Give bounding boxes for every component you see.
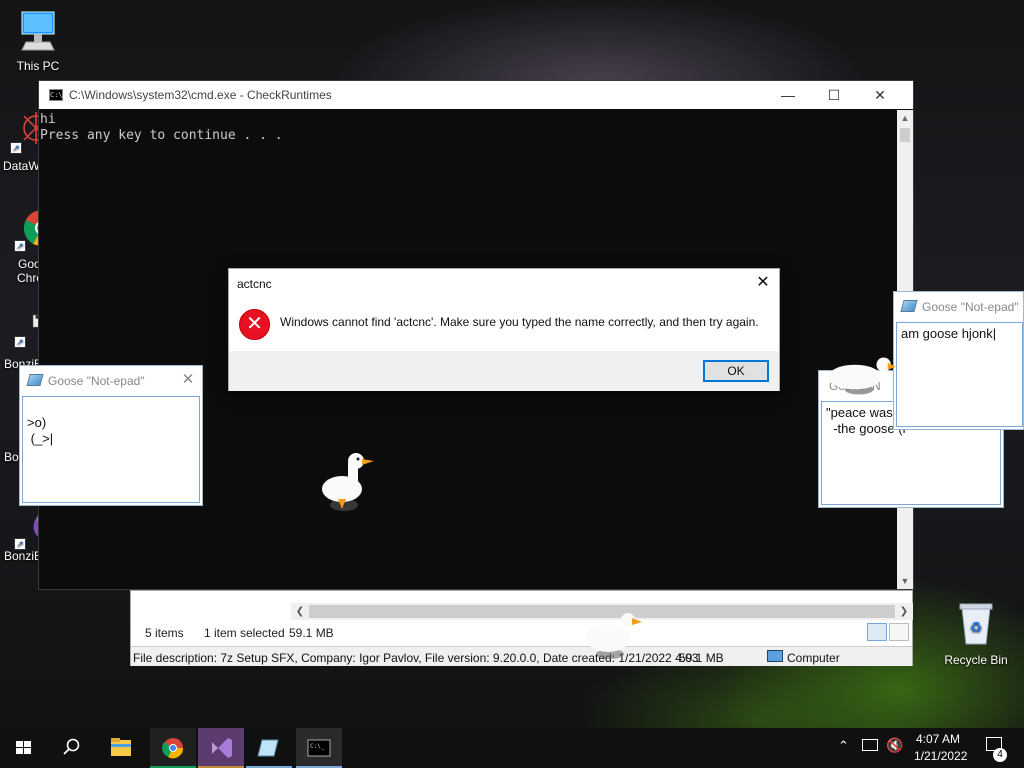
start-button[interactable] (0, 728, 46, 768)
scroll-down-icon[interactable]: ▼ (897, 573, 913, 589)
desktop-icon-this-pc[interactable]: This PC (0, 8, 76, 73)
computer-icon (767, 650, 783, 662)
notification-count: 4 (993, 748, 1007, 762)
search-icon (63, 738, 80, 755)
console-line: Press any key to continue . . . (40, 128, 283, 143)
goose-notepad-right[interactable]: Goose "Not-epad" am goose hjonk| (893, 291, 1024, 430)
explorer-details-bar: File description: 7z Setup SFX, Company:… (131, 646, 912, 666)
ok-button[interactable]: OK (703, 360, 769, 382)
explorer-status-bar: 5 items 1 item selected 59.1 MB (131, 621, 912, 643)
shortcut-arrow-icon: ↗ (14, 336, 26, 348)
clock-time[interactable]: 4:07 AM (916, 732, 960, 746)
taskbar-notepad[interactable] (246, 728, 292, 768)
chrome-icon (162, 738, 184, 759)
desktop-icon-recycle-bin[interactable]: ♻ Recycle Bin (936, 602, 1016, 667)
selected-count: 1 item selected (204, 626, 285, 640)
items-count: 5 items (145, 626, 184, 640)
close-button[interactable]: ✕ (857, 81, 903, 109)
file-explorer-icon (111, 738, 131, 756)
dialog-title: actcnc (237, 277, 272, 291)
volume-icon[interactable]: 🔇 (886, 737, 903, 754)
notepad-title: Goose "Not-epad" (922, 300, 1019, 314)
recycle-bin-icon: ♻ (959, 603, 993, 645)
svg-text:♻: ♻ (970, 619, 983, 635)
dialog-footer: OK (229, 351, 779, 391)
location-label: Computer (787, 651, 840, 665)
cmd-icon: C:\_ (307, 739, 331, 757)
clock-date[interactable]: 1/21/2022 (914, 749, 967, 763)
dialog-message: Windows cannot find 'actcnc'. Make sure … (280, 315, 759, 329)
scroll-right-icon[interactable]: ❯ (895, 603, 913, 620)
dialog-close-button[interactable]: ✕ (753, 273, 773, 293)
goose-sprite-bottom[interactable] (584, 610, 644, 660)
error-dialog: actcnc ✕ ✕ Windows cannot find 'actcnc'.… (228, 268, 780, 391)
desktop-icon-label: This PC (16, 59, 60, 73)
goose-notepad-left[interactable]: Goose "Not-epad" ✕ >o) (_>| (19, 365, 203, 506)
taskbar-file-explorer[interactable] (98, 728, 144, 768)
system-tray: ⌃ 🔇 4:07 AM 1/21/2022 4 (830, 728, 1024, 768)
taskbar-chrome[interactable] (150, 728, 196, 768)
desktop-icon-label: Recycle Bin (944, 653, 1008, 667)
svg-text:C:\_: C:\_ (310, 743, 325, 750)
maximize-button[interactable]: ☐ (811, 81, 857, 109)
notepad-icon (26, 374, 44, 386)
close-button[interactable]: ✕ (178, 370, 198, 390)
taskbar: C:\_ ⌃ 🔇 4:07 AM 1/21/2022 4 (0, 728, 1024, 768)
taskbar-visual-studio[interactable] (198, 728, 244, 768)
selected-size: 59.1 MB (289, 626, 334, 640)
notepad-text-area[interactable]: am goose hjonk| (896, 322, 1023, 427)
shortcut-arrow-icon: ↗ (14, 538, 26, 550)
computer-icon (21, 11, 55, 51)
network-icon[interactable] (862, 739, 878, 751)
large-icons-view-button[interactable] (889, 623, 909, 641)
notepad-icon (257, 739, 279, 757)
taskbar-cmd[interactable]: C:\_ (296, 728, 342, 768)
visual-studio-icon (212, 738, 232, 758)
cmd-title-bar[interactable]: C:\ C:\Windows\system32\cmd.exe - CheckR… (39, 81, 913, 109)
details-view-button[interactable] (867, 623, 887, 641)
file-explorer-window: ❮ ❯ 5 items 1 item selected 59.1 MB File… (130, 590, 913, 666)
scrollbar-thumb[interactable] (900, 128, 910, 142)
notepad-title-bar[interactable]: Goose "Not-epad" ✕ (20, 366, 202, 394)
console-line: hi (40, 112, 56, 127)
cmd-icon: C:\ (49, 89, 63, 101)
minimize-button[interactable]: — (765, 81, 811, 109)
notepad-title-bar[interactable]: Goose "Not-epad" (894, 292, 1023, 320)
search-button[interactable] (48, 728, 94, 768)
shortcut-arrow-icon: ↗ (14, 240, 26, 252)
show-hidden-icons-button[interactable]: ⌃ (838, 738, 849, 754)
shortcut-arrow-icon: ↗ (10, 142, 22, 154)
file-size: 59.1 MB (679, 651, 724, 665)
scroll-up-icon[interactable]: ▲ (897, 110, 913, 126)
goose-sprite-right[interactable] (824, 354, 896, 396)
notepad-title: Goose "Not-epad" (48, 374, 145, 388)
error-icon: ✕ (239, 309, 270, 340)
cmd-title: C:\Windows\system32\cmd.exe - CheckRunti… (69, 88, 332, 102)
start-icon (16, 741, 31, 754)
notepad-icon (900, 300, 918, 312)
goose-sprite-center[interactable] (318, 450, 378, 512)
scroll-left-icon[interactable]: ❮ (291, 603, 309, 620)
notepad-text-area[interactable]: >o) (_>| (22, 396, 200, 503)
